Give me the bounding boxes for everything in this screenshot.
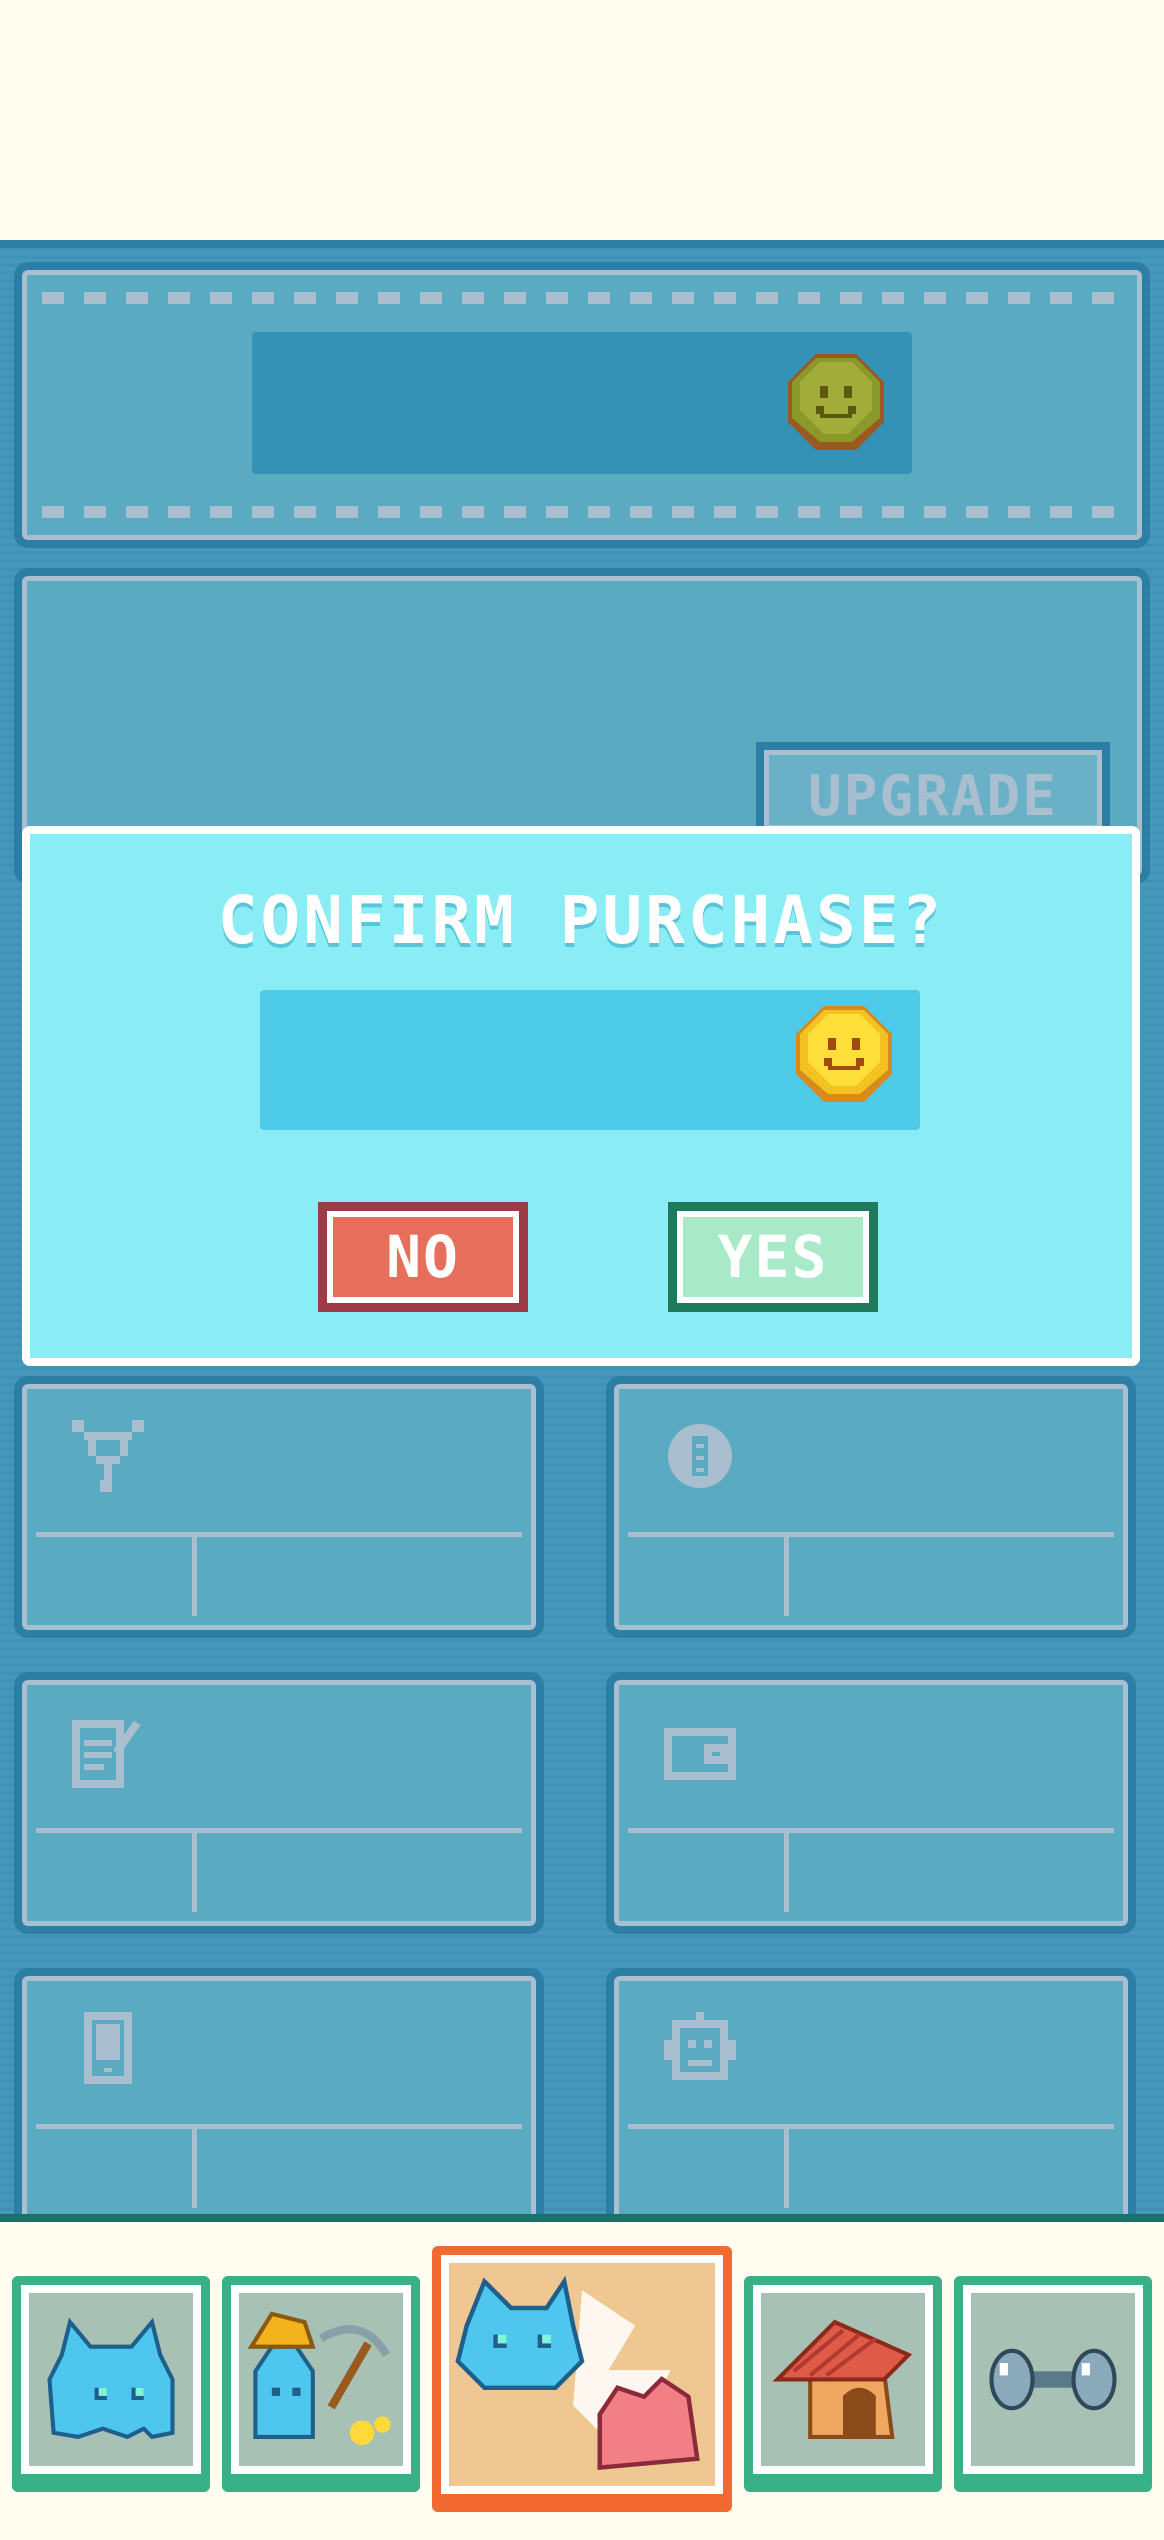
tab-training[interactable]: [954, 2276, 1152, 2492]
stat-card-2: [606, 1376, 1136, 1638]
battle-icon: [455, 2275, 700, 2471]
robot-icon: [664, 2012, 736, 2080]
stat-card-3: [14, 1672, 544, 1934]
divider: [36, 2124, 522, 2129]
divider: [784, 2124, 789, 2208]
stat-card-6: [606, 1968, 1136, 2230]
upgrade-button[interactable]: UPGRADE: [756, 742, 1110, 838]
no-button[interactable]: NO: [318, 1202, 528, 1312]
price-field: [260, 990, 920, 1130]
divider: [36, 1828, 522, 1833]
divider: [784, 1532, 789, 1616]
currency-panel: [14, 262, 1150, 548]
chip-icon: [668, 1424, 732, 1488]
divider: [628, 2124, 1114, 2129]
notepad-icon: [72, 1720, 141, 1788]
tab-house[interactable]: [744, 2276, 942, 2492]
stat-card-1: [14, 1376, 544, 1638]
phone-icon: [84, 2012, 132, 2084]
tab-mining[interactable]: [222, 2276, 420, 2492]
pet-icon: [47, 2317, 175, 2440]
divider: [192, 2124, 197, 2208]
yes-button[interactable]: YES: [668, 1202, 878, 1312]
divider: [628, 1828, 1114, 1833]
dumbbell-icon: [989, 2348, 1117, 2411]
network-icon: [72, 1420, 144, 1492]
divider: [628, 1532, 1114, 1537]
wallet-icon: [664, 1728, 736, 1780]
stat-card-4: [606, 1672, 1136, 1934]
decor-stripe-bottom: [42, 506, 1122, 518]
house-icon: [772, 2319, 913, 2439]
divider: [192, 1532, 197, 1616]
coin-icon: [792, 1002, 896, 1106]
coin-icon: [784, 350, 888, 454]
divider: [192, 1828, 197, 1912]
mining-icon: [247, 2311, 391, 2446]
confirm-purchase-dialog: CONFIRM PURCHASE? NO YES: [22, 826, 1140, 1366]
tab-battle[interactable]: [432, 2246, 732, 2512]
divider: [784, 1828, 789, 1912]
divider: [36, 1532, 522, 1537]
decor-stripe-top: [42, 292, 1122, 304]
tab-pet[interactable]: [12, 2276, 210, 2492]
currency-field: [252, 332, 912, 474]
stat-card-5: [14, 1968, 544, 2230]
dialog-title: CONFIRM PURCHASE?: [217, 882, 945, 959]
